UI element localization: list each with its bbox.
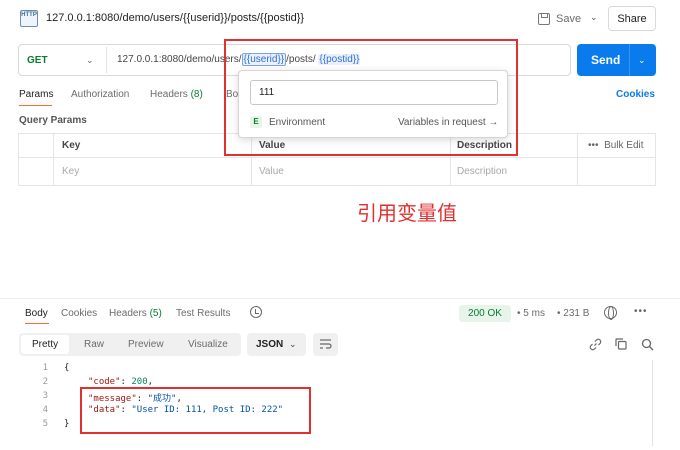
save-label: Save (556, 13, 582, 25)
code-line: } (64, 419, 70, 429)
annotation-highlight-box-response (80, 387, 311, 434)
format-pretty[interactable]: Pretty (32, 339, 58, 350)
response-divider (0, 298, 680, 299)
link-icon[interactable] (589, 338, 602, 351)
table-row-divider (18, 157, 656, 158)
send-label[interactable]: Send (591, 53, 620, 67)
response-tab-cookies[interactable]: Cookies (61, 308, 97, 319)
bulk-edit-label: Bulk Edit (604, 140, 644, 151)
more-options-icon[interactable]: ••• (634, 306, 648, 317)
key-input[interactable]: Key (62, 166, 79, 177)
response-tab-test-results[interactable]: Test Results (176, 308, 230, 319)
response-headers-count: (5) (149, 308, 162, 319)
method-select[interactable]: GET (27, 55, 48, 66)
column-header-key: Key (62, 140, 81, 151)
save-button[interactable]: Save (538, 9, 581, 29)
headers-count: (8) (190, 89, 203, 100)
tab-headers[interactable]: Headers (8) (150, 89, 203, 100)
value-input[interactable]: Value (259, 166, 284, 177)
method-divider (106, 47, 107, 73)
wrap-lines-icon (320, 339, 332, 349)
request-title[interactable]: 127.0.0.1:8080/demo/users/{{userid}}/pos… (46, 12, 304, 24)
more-options-icon: ••• (588, 140, 599, 151)
json-value: 200 (131, 377, 148, 387)
response-time-value: 5 ms (523, 308, 545, 319)
globe-icon[interactable] (604, 306, 617, 320)
response-tab-headers[interactable]: Headers (5) (109, 308, 162, 319)
table-column-divider (53, 133, 54, 186)
code-line: { (64, 363, 70, 373)
format-preview[interactable]: Preview (128, 339, 164, 350)
response-size: • 231 B (557, 308, 590, 319)
language-chevron-icon: ⌄ (289, 339, 297, 349)
response-active-tab-indicator (25, 323, 49, 324)
response-time: • 5 ms (517, 308, 545, 319)
cookies-link[interactable]: Cookies (616, 89, 655, 100)
response-tab-body[interactable]: Body (25, 308, 48, 319)
bulk-edit-button[interactable]: ••• Bulk Edit (588, 140, 644, 151)
line-number: 3 (42, 391, 48, 401)
code-scrollbar[interactable] (652, 360, 653, 446)
response-tab-headers-label: Headers (109, 308, 147, 319)
format-visualize[interactable]: Visualize (188, 339, 228, 350)
method-chevron-icon[interactable]: ⌄ (86, 55, 94, 66)
language-label: JSON (256, 339, 284, 350)
annotation-text: 引用变量值 (357, 203, 457, 225)
query-params-title: Query Params (19, 115, 87, 126)
save-options-chevron-icon[interactable]: ⌄ (590, 12, 598, 23)
description-input[interactable]: Description (457, 166, 507, 177)
status-badge: 200 OK (459, 305, 511, 322)
share-label: Share (617, 12, 647, 25)
tab-authorization[interactable]: Authorization (71, 89, 129, 100)
line-number: 2 (42, 377, 48, 387)
http-request-icon: HTTP (20, 10, 38, 27)
send-options-chevron-icon[interactable]: ⌄ (638, 55, 646, 66)
active-tab-indicator (19, 105, 52, 106)
table-column-divider (577, 133, 578, 186)
line-number: 4 (42, 405, 48, 415)
tab-params[interactable]: Params (19, 89, 53, 100)
copy-icon[interactable] (615, 338, 627, 350)
annotation-highlight-box-url (224, 39, 518, 156)
save-icon (538, 13, 550, 25)
history-icon[interactable] (250, 306, 262, 318)
format-raw[interactable]: Raw (84, 339, 104, 350)
tab-headers-label: Headers (150, 89, 188, 100)
json-punct: , (147, 377, 154, 387)
line-number: 5 (42, 419, 48, 429)
send-divider (629, 44, 630, 76)
url-prefix: 127.0.0.1:8080/demo/users/ (117, 54, 242, 65)
line-number: 1 (42, 363, 48, 373)
json-key: "code" (88, 377, 121, 387)
response-size-value: 231 B (563, 308, 590, 319)
code-line: "code": 200, (88, 377, 154, 387)
share-button[interactable]: Share (608, 6, 656, 31)
search-icon[interactable] (641, 338, 654, 351)
